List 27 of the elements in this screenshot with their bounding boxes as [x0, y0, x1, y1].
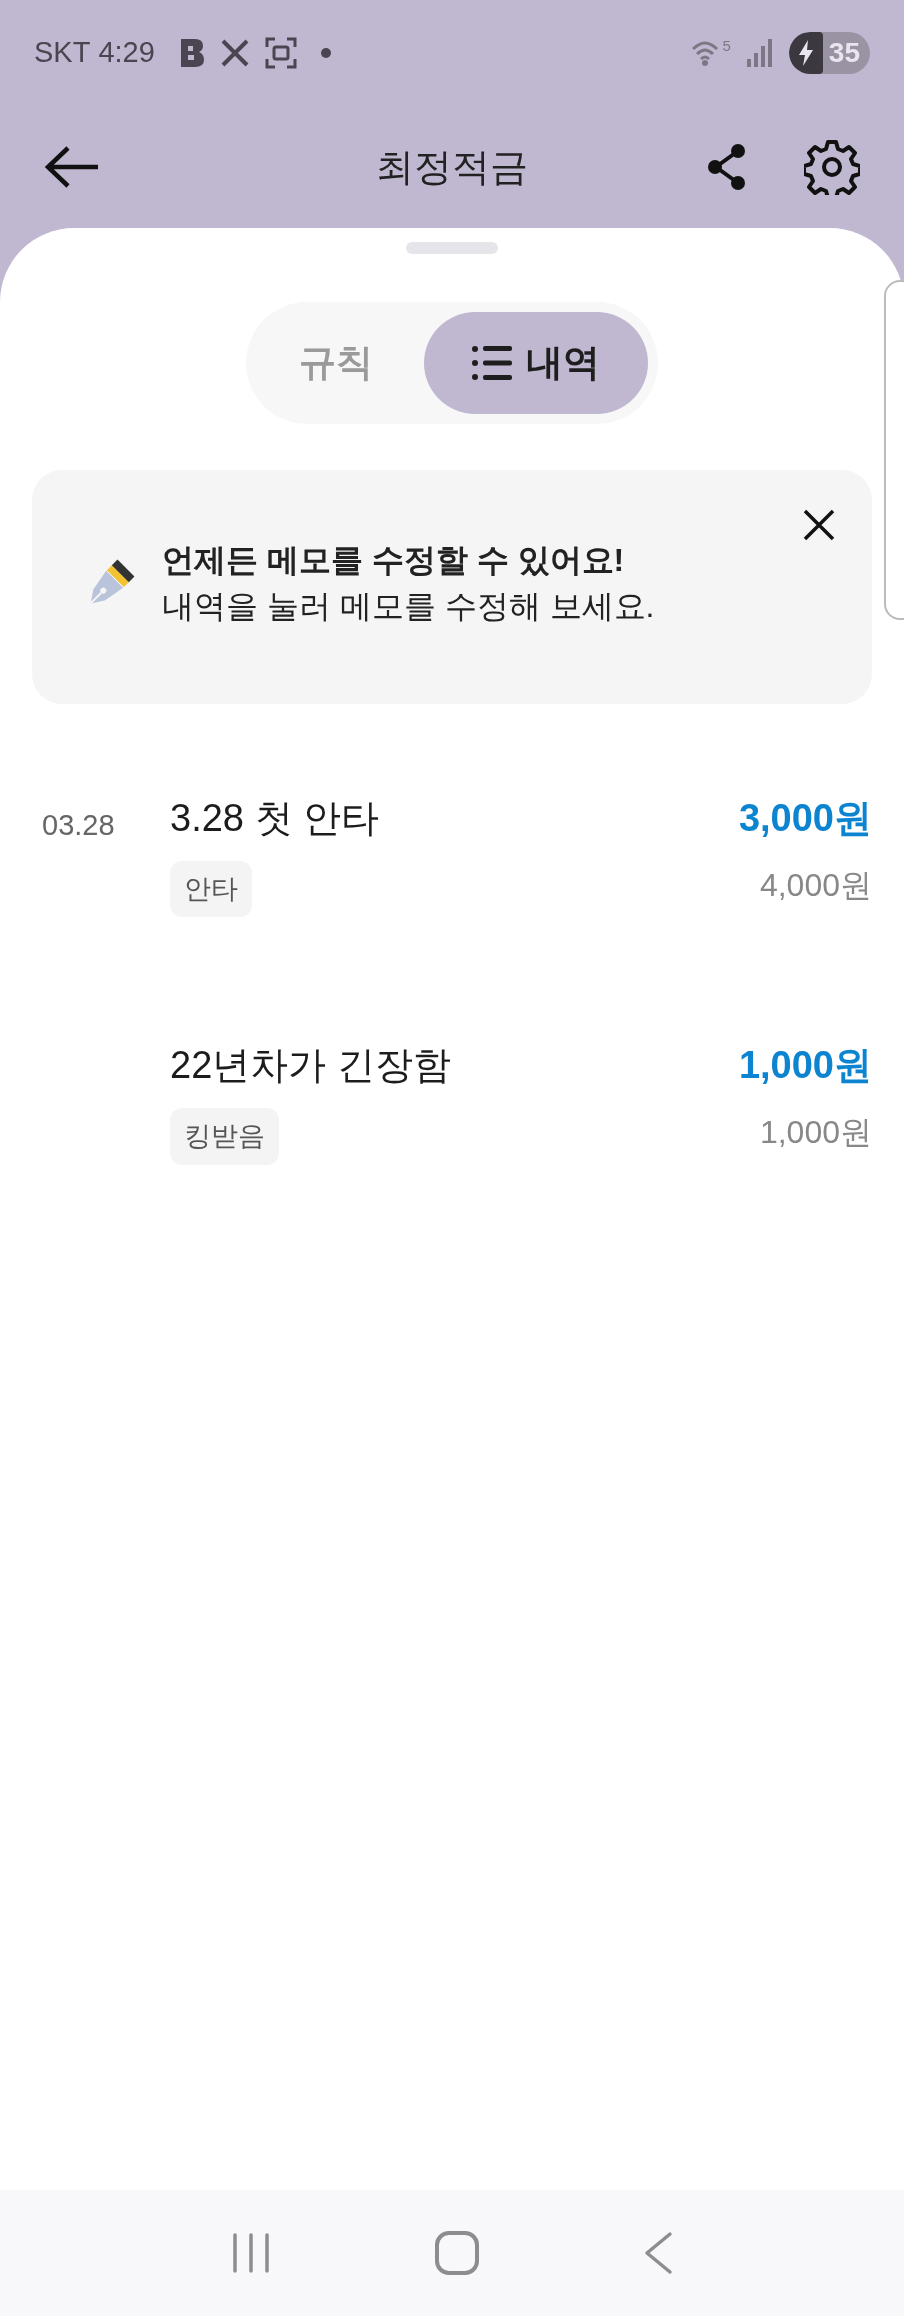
balance-text: 1,000원	[759, 1113, 872, 1153]
entry-date: 03.28	[42, 808, 115, 841]
drag-handle[interactable]	[406, 242, 498, 254]
memo-tag: 킹받음	[170, 1108, 279, 1165]
clock-text: 4:29	[98, 35, 155, 71]
screen-title: 최정적금	[375, 144, 529, 190]
recent-apps-icon[interactable]	[231, 2231, 272, 2275]
balance-text: 4,000원	[759, 865, 872, 905]
notification-dot-icon	[320, 48, 331, 58]
memo-tag: 안타	[170, 860, 252, 918]
network-text: 5	[722, 38, 731, 53]
notice-text: 내역을 눌러 메모를 수정해 보세요.	[162, 586, 655, 626]
entry-amount: 1,000원	[738, 1043, 872, 1089]
x-app-icon	[220, 39, 249, 67]
carrier-text: SKT	[34, 35, 91, 71]
entry-amount: 3,000원	[738, 795, 872, 841]
tab[interactable]: 내역	[424, 312, 648, 414]
entry-title[interactable]: 3.28 첫 안타	[170, 789, 739, 847]
list-icon	[472, 346, 512, 380]
home-icon[interactable]	[434, 2230, 480, 2276]
entry-title[interactable]: 22년차가 긴장함	[170, 1037, 739, 1095]
b-app-icon	[178, 38, 205, 68]
signal-icon	[746, 39, 773, 67]
battery-indicator: 35	[788, 32, 870, 74]
back-icon[interactable]	[642, 2231, 673, 2275]
notice-title: 언제든 메모를 수정할 수 있어요!	[162, 541, 626, 580]
screenshot-icon	[264, 37, 297, 69]
